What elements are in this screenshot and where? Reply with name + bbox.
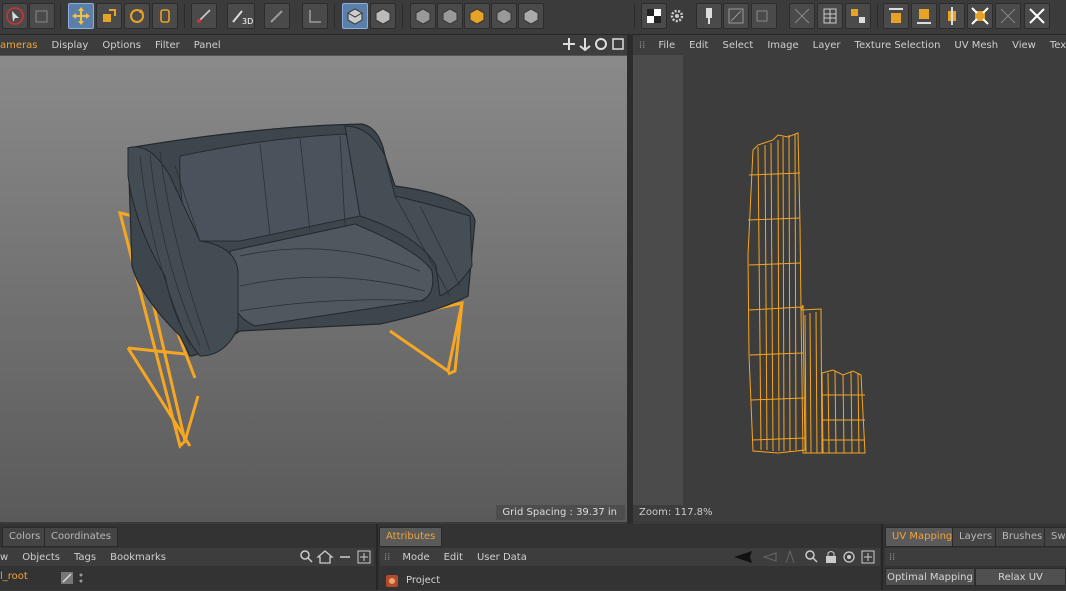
tab-brushes[interactable]: Brushes [995, 527, 1050, 547]
uv-grid-icon[interactable] [789, 3, 815, 29]
attributes-grip-icon[interactable]: ⁞⁞ [380, 552, 395, 563]
tab-swatches[interactable]: Swa [1044, 527, 1066, 547]
attributes-toolbar-icons [732, 549, 878, 567]
points-mode-icon[interactable] [410, 3, 436, 29]
viewport-nav-icons [563, 37, 625, 54]
uv-pin-icon[interactable] [696, 3, 722, 29]
uv-islands [747, 132, 866, 454]
coordinate-system-icon[interactable] [152, 3, 178, 29]
brush-3d-icon[interactable]: 3D [227, 3, 255, 29]
tab-colors[interactable]: Colors [2, 527, 48, 547]
uv-editor-viewport[interactable]: Zoom: 117.8% [633, 55, 1066, 521]
orbit-icon[interactable] [595, 38, 607, 50]
uv-menu-select[interactable]: Select [715, 40, 760, 51]
attributes-menu-user-data[interactable]: User Data [470, 552, 534, 563]
project-icon [385, 574, 399, 591]
tag-icon[interactable] [61, 572, 87, 587]
grid-spacing-label: Grid Spacing : 39.37 in [496, 505, 625, 520]
tree-item-root[interactable]: l_root [0, 571, 28, 582]
back-arrow-icon[interactable] [734, 551, 752, 563]
label-3d: 3D [242, 17, 253, 26]
objects-toolbar-icons [300, 550, 372, 567]
objects-menu-objects[interactable]: Objects [15, 552, 67, 563]
home-icon[interactable] [316, 550, 334, 564]
menu-options[interactable]: Options [95, 40, 148, 51]
uv-editor-menu: ⁞⁞ File Edit Select Image Layer Texture … [633, 35, 1066, 55]
uv-menu-edit[interactable]: Edit [682, 40, 715, 51]
scale-tool-icon[interactable] [96, 3, 122, 29]
tab-uv-mapping[interactable]: UV Mapping [885, 527, 960, 547]
uv-panel-grip-icon[interactable]: ⁞⁞ [885, 552, 899, 563]
move-tool-icon[interactable] [68, 3, 94, 29]
uv-menu-layer[interactable]: Layer [806, 40, 848, 51]
gear-icon[interactable] [670, 9, 684, 26]
zoom-label: Zoom: 117.8% [633, 505, 1066, 521]
polygons-mode-icon[interactable] [464, 3, 490, 29]
menu-filter[interactable]: Filter [148, 40, 187, 51]
uv-menu-view[interactable]: View [1005, 40, 1043, 51]
uv-checker-icon[interactable] [370, 3, 396, 29]
fit-uv-icon[interactable] [967, 3, 993, 29]
uv-transform-icon[interactable] [723, 3, 749, 29]
tab-layers[interactable]: Layers [952, 527, 1000, 547]
lock-icon[interactable] [826, 551, 836, 564]
uv-menu-texture[interactable]: Textur [1043, 40, 1066, 51]
new-panel-icon[interactable] [357, 550, 371, 564]
object-mode-icon[interactable] [518, 3, 544, 29]
viewport-menu: ameras Display Options Filter Panel [0, 35, 627, 55]
search-icon[interactable] [805, 550, 818, 563]
uv-menu-image[interactable]: Image [760, 40, 805, 51]
forward-arrow-icon[interactable] [762, 552, 777, 562]
target-icon[interactable] [843, 551, 855, 563]
texture-mode-icon[interactable] [342, 3, 368, 29]
pan-icon[interactable] [563, 38, 575, 50]
uv-panel-toolbar: ⁞⁞ [885, 548, 1066, 566]
align-bottom-icon[interactable] [911, 3, 937, 29]
optimal-mapping-button[interactable]: Optimal Mapping [885, 568, 975, 586]
model-mode-icon[interactable] [491, 3, 517, 29]
chair-model [117, 123, 476, 449]
relax-uv-button[interactable]: Relax UV [975, 568, 1066, 586]
rotate-tool-icon[interactable] [124, 3, 150, 29]
uv-menu-file[interactable]: File [651, 40, 682, 51]
sculpt-icon[interactable] [264, 3, 290, 29]
up-arrow-icon[interactable] [785, 549, 795, 564]
cube-select-icon[interactable] [29, 3, 55, 29]
menu-display[interactable]: Display [44, 40, 95, 51]
uv-menu-grip-icon[interactable]: ⁞⁞ [633, 40, 651, 51]
uv-menu-uv-mesh[interactable]: UV Mesh [947, 40, 1005, 51]
checker-icon[interactable] [641, 3, 667, 29]
align-top-icon[interactable] [883, 3, 909, 29]
search-icon[interactable] [300, 550, 313, 563]
uv-canvas[interactable] [683, 55, 1066, 505]
bottom-panels: Colors Coordinates w Objects Tags Bookma… [0, 524, 1066, 590]
tab-attributes[interactable]: Attributes [379, 527, 443, 547]
live-selection-icon[interactable] [2, 3, 28, 29]
objects-menu-tags[interactable]: Tags [67, 552, 103, 563]
stretch-vertical-icon[interactable] [939, 3, 965, 29]
uv-layout-icon[interactable] [817, 3, 843, 29]
uv-mirror-icon[interactable] [751, 3, 777, 29]
menu-cameras[interactable]: ameras [0, 40, 44, 51]
floor-icon[interactable] [302, 3, 328, 29]
edges-mode-icon[interactable] [437, 3, 463, 29]
tab-coordinates[interactable]: Coordinates [44, 527, 119, 547]
spline-pen-icon[interactable] [191, 3, 217, 29]
perspective-viewport[interactable]: Grid Spacing : 39.37 in [0, 55, 627, 522]
attributes-menu-edit[interactable]: Edit [437, 552, 470, 563]
maximize-view-icon[interactable] [612, 38, 624, 50]
uv-reset-icon[interactable] [1024, 3, 1050, 29]
uv-swap-icon[interactable] [845, 3, 871, 29]
new-panel-icon[interactable] [861, 550, 875, 564]
attributes-item-project[interactable]: Project [406, 575, 440, 586]
main-toolbar: 3D [0, 0, 1066, 35]
objects-menu-view[interactable]: w [0, 552, 15, 563]
uv-relax-icon[interactable] [995, 3, 1021, 29]
attributes-menu-mode[interactable]: Mode [395, 552, 436, 563]
menu-panel[interactable]: Panel [187, 40, 228, 51]
objects-menu-bookmarks[interactable]: Bookmarks [103, 552, 173, 563]
dolly-icon[interactable] [579, 38, 591, 52]
uv-menu-texture-selection[interactable]: Texture Selection [848, 40, 948, 51]
